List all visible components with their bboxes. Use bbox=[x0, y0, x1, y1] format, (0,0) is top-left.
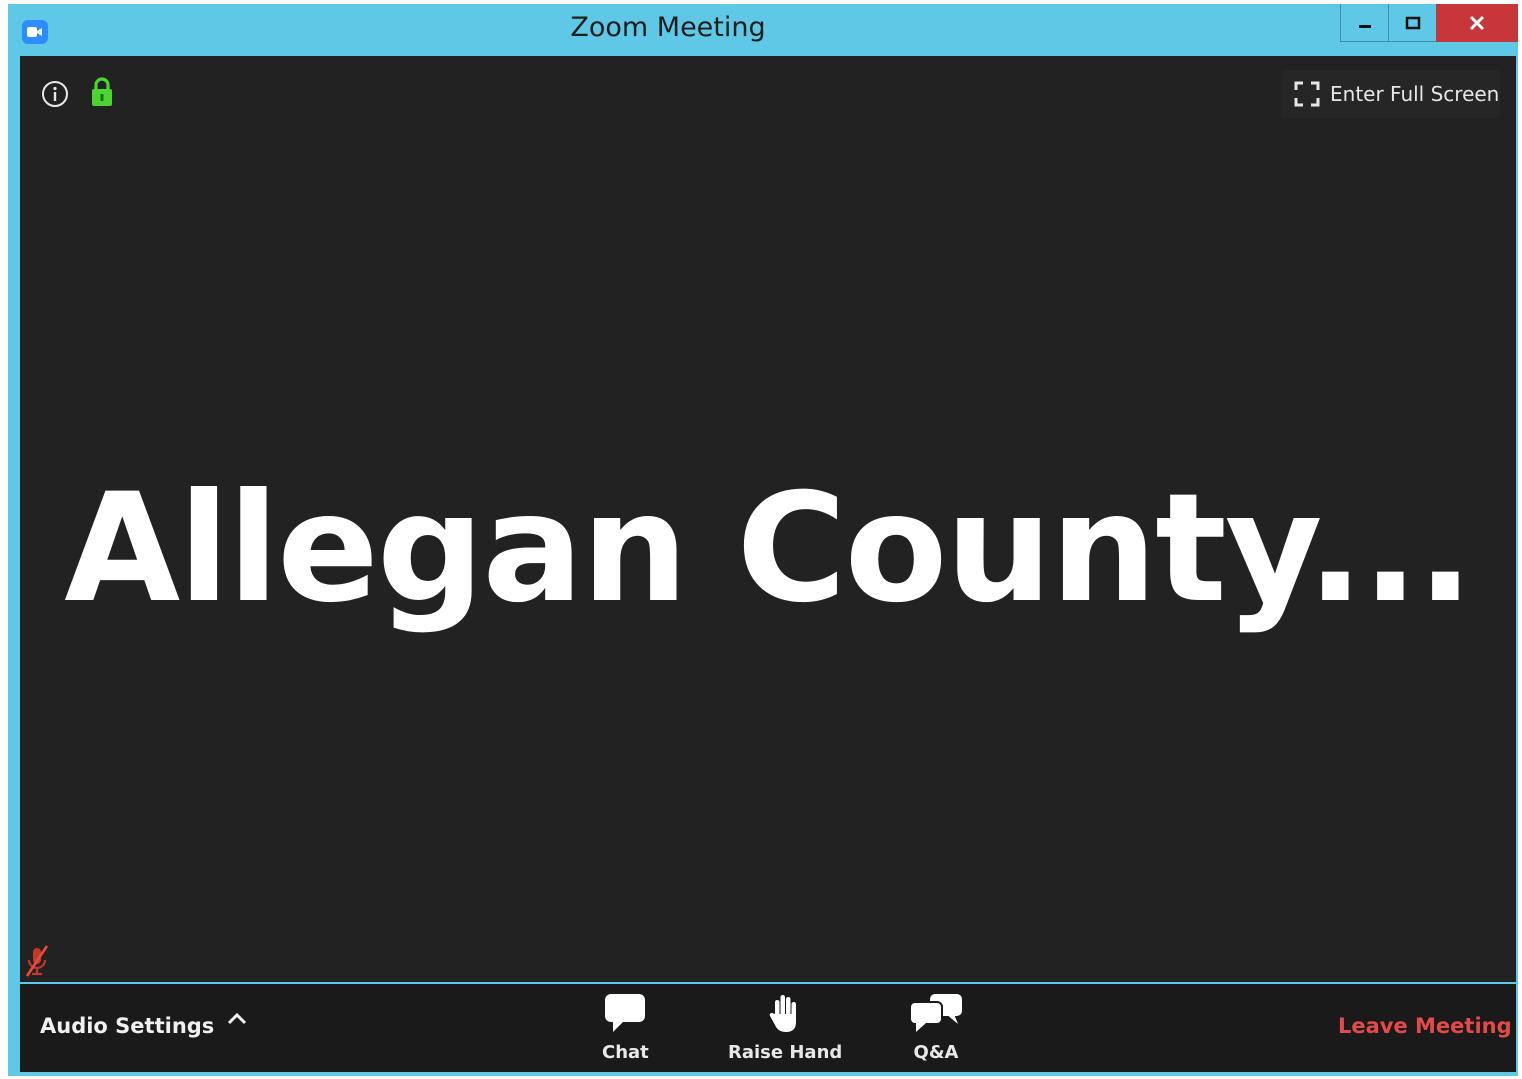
audio-settings-button[interactable]: Audio Settings bbox=[40, 1014, 214, 1038]
muted-mic-icon bbox=[25, 945, 49, 977]
maximize-button[interactable] bbox=[1388, 4, 1436, 42]
fullscreen-icon bbox=[1294, 81, 1320, 107]
close-button[interactable] bbox=[1436, 4, 1518, 42]
enter-full-screen-label: Enter Full Screen bbox=[1330, 82, 1500, 106]
info-icon[interactable] bbox=[40, 79, 70, 109]
chat-icon bbox=[605, 994, 646, 1032]
minimize-button[interactable] bbox=[1340, 4, 1388, 42]
leave-meeting-button[interactable]: Leave Meeting bbox=[1338, 1014, 1512, 1038]
raise-hand-label: Raise Hand bbox=[728, 1042, 843, 1063]
title-bar[interactable]: Zoom Meeting bbox=[8, 4, 1518, 54]
lock-icon[interactable] bbox=[90, 76, 114, 108]
chat-button[interactable]: Chat bbox=[602, 992, 649, 1063]
zoom-window: Zoom Meeting Enter Full Screen Allegan C… bbox=[8, 4, 1518, 1076]
caret-up-icon[interactable] bbox=[226, 1010, 248, 1028]
maximize-icon bbox=[1405, 16, 1420, 29]
qa-label: Q&A bbox=[913, 1042, 959, 1063]
raise-hand-icon bbox=[769, 995, 797, 1032]
close-icon bbox=[1469, 15, 1485, 31]
raise-hand-button[interactable]: Raise Hand bbox=[728, 992, 842, 1063]
meeting-stage: Enter Full Screen Allegan County... bbox=[20, 56, 1516, 982]
qa-icon bbox=[909, 994, 962, 1032]
shared-screen-text: Allegan County... bbox=[64, 462, 1474, 636]
window-title: Zoom Meeting bbox=[570, 12, 766, 43]
minimize-icon bbox=[1358, 24, 1371, 28]
meeting-toolbar: Audio Settings Chat Raise Hand Q&A Leave… bbox=[20, 984, 1516, 1072]
qa-button[interactable]: Q&A bbox=[908, 992, 964, 1063]
enter-full-screen-button[interactable]: Enter Full Screen bbox=[1282, 70, 1500, 118]
chat-label: Chat bbox=[602, 1042, 649, 1063]
